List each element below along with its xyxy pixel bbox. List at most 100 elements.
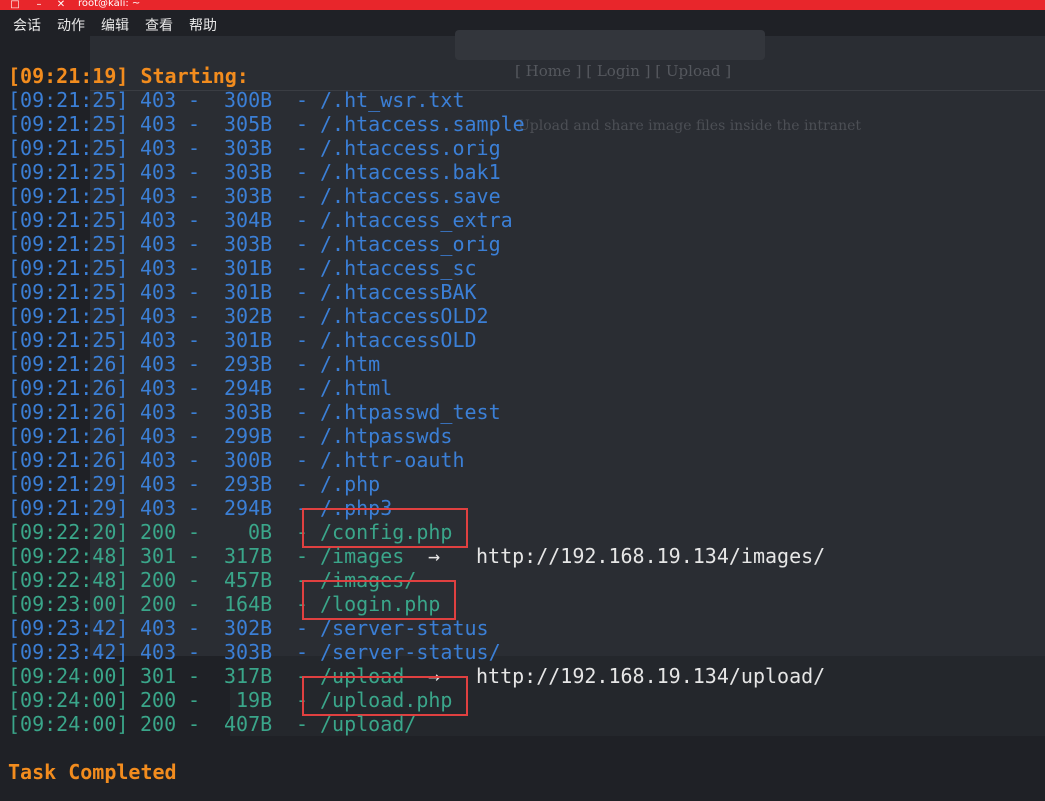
dash: -	[296, 232, 309, 256]
path: /.htaccess.sample	[320, 112, 525, 136]
dash: -	[296, 616, 309, 640]
path: /.htpasswds	[320, 424, 453, 448]
dash: -	[296, 328, 309, 352]
timestamp: [09:21:26]	[8, 424, 129, 448]
timestamp: [09:21:25]	[8, 184, 129, 208]
window-title: root@kali: ~	[78, 0, 141, 9]
start-line: [09:21:19] Starting:	[8, 64, 249, 88]
timestamp: [09:21:25]	[8, 208, 129, 232]
status-code: 403	[140, 304, 177, 328]
dash: -	[188, 232, 201, 256]
status-code: 403	[140, 352, 177, 376]
timestamp: [09:23:00]	[8, 592, 129, 616]
timestamp: [09:23:42]	[8, 640, 129, 664]
path: /server-status/	[320, 640, 501, 664]
response-size: 303B	[224, 640, 273, 664]
status-code: 200	[140, 520, 177, 544]
status-code: 403	[140, 208, 177, 232]
dash: -	[188, 256, 201, 280]
response-size: 19B	[236, 688, 273, 712]
path: /.ht_wsr.txt	[320, 88, 465, 112]
restore-icon[interactable]: □	[9, 0, 21, 10]
dash: -	[296, 136, 309, 160]
dash: -	[188, 280, 201, 304]
path: /.html	[320, 376, 393, 400]
response-size: 317B	[224, 544, 273, 568]
status-code: 301	[140, 664, 177, 688]
timestamp: [09:21:25]	[8, 304, 129, 328]
response-size: 407B	[224, 712, 273, 736]
status-code: 403	[140, 400, 177, 424]
status-code: 200	[140, 592, 177, 616]
dash: -	[296, 712, 309, 736]
dash: -	[188, 208, 201, 232]
status-code: 403	[140, 616, 177, 640]
status-code: 403	[140, 136, 177, 160]
dash: -	[188, 448, 201, 472]
path: /.php	[320, 472, 381, 496]
response-size: 304B	[224, 208, 273, 232]
dash: -	[188, 424, 201, 448]
menu-view[interactable]: 查看	[145, 15, 173, 35]
timestamp: [09:21:25]	[8, 232, 129, 256]
dash: -	[188, 640, 201, 664]
timestamp: [09:21:25]	[8, 328, 129, 352]
task-completed-line: Task Completed	[8, 760, 177, 784]
dash: -	[188, 712, 201, 736]
path: /.htpasswd_test	[320, 400, 501, 424]
path: /.htm	[320, 352, 381, 376]
timestamp: [09:21:25]	[8, 256, 129, 280]
dash: -	[296, 640, 309, 664]
status-code: 403	[140, 376, 177, 400]
dash: -	[296, 400, 309, 424]
dash: -	[188, 544, 201, 568]
dash: -	[296, 472, 309, 496]
background-text: Upload and share image files inside the …	[518, 118, 862, 134]
response-size: 303B	[224, 400, 273, 424]
status-code: 403	[140, 112, 177, 136]
dash: -	[188, 376, 201, 400]
status-code: 403	[140, 496, 177, 520]
timestamp: [09:22:48]	[8, 568, 129, 592]
status-code: 403	[140, 88, 177, 112]
title-bar[interactable]: □ – ✕ root@kali: ~	[0, 0, 1045, 10]
timestamp: [09:24:00]	[8, 688, 129, 712]
minimize-icon[interactable]: –	[33, 0, 45, 10]
status-code: 403	[140, 424, 177, 448]
menu-actions[interactable]: 动作	[57, 15, 85, 35]
dash: -	[188, 184, 201, 208]
path: /upload/	[320, 712, 417, 736]
status-code: 403	[140, 448, 177, 472]
response-size: 0B	[248, 520, 273, 544]
path: /.htaccess.save	[320, 184, 501, 208]
menu-edit[interactable]: 编辑	[101, 15, 129, 35]
response-size: 303B	[224, 136, 273, 160]
redirect-url: http://192.168.19.134/upload/	[476, 664, 826, 688]
timestamp: [09:21:25]	[8, 160, 129, 184]
response-size: 303B	[224, 160, 273, 184]
response-size: 301B	[224, 328, 273, 352]
timestamp: [09:21:26]	[8, 376, 129, 400]
path: /server-status	[320, 616, 489, 640]
menu-session[interactable]: 会话	[13, 15, 41, 35]
dash: -	[296, 208, 309, 232]
highlight-box	[302, 508, 468, 548]
path: /.htaccessOLD2	[320, 304, 489, 328]
status-code: 403	[140, 256, 177, 280]
timestamp: [09:21:26]	[8, 448, 129, 472]
dash: -	[296, 88, 309, 112]
dash: -	[296, 448, 309, 472]
dash: -	[296, 304, 309, 328]
dash: -	[188, 160, 201, 184]
dash: -	[188, 568, 201, 592]
dash: -	[188, 136, 201, 160]
highlight-box	[302, 580, 456, 620]
response-size: 299B	[224, 424, 273, 448]
timestamp: [09:23:42]	[8, 616, 129, 640]
menu-help[interactable]: 帮助	[189, 15, 217, 35]
redirect-arrow: →	[428, 544, 441, 568]
dash: -	[188, 496, 201, 520]
dash: -	[188, 112, 201, 136]
close-icon[interactable]: ✕	[55, 0, 67, 10]
path: /.htaccess.orig	[320, 136, 501, 160]
